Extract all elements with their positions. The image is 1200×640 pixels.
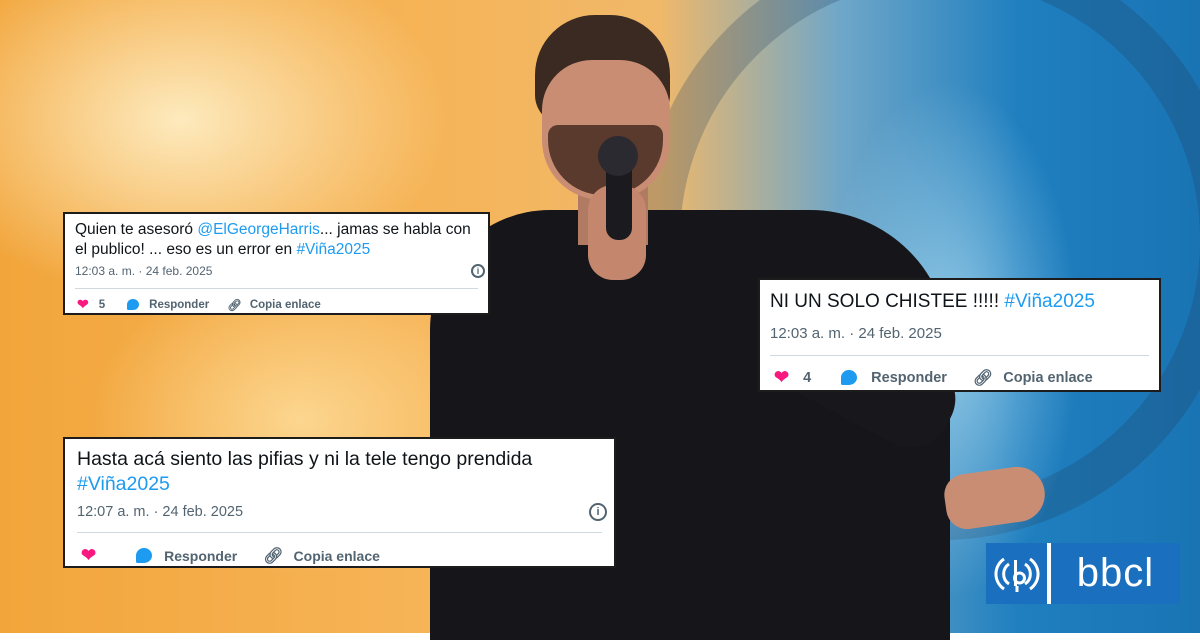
copy-link-label: Copia enlace bbox=[1003, 369, 1093, 386]
reply-label: Responder bbox=[164, 547, 238, 564]
tweet-timestamp[interactable]: 12:03 a. m. · 24 feb. 2025 bbox=[75, 264, 212, 278]
heart-icon: ❤ bbox=[774, 367, 790, 387]
tweet-meta: 12:03 a. m. · 24 feb. 2025 i bbox=[75, 264, 485, 278]
link-icon: 🔗︎ bbox=[972, 369, 994, 387]
radio-bio-bio-icon bbox=[986, 543, 1047, 604]
hashtag-link[interactable]: #Viña2025 bbox=[77, 473, 170, 495]
tweet-meta: 12:07 a. m. · 24 feb. 2025 i bbox=[77, 503, 607, 521]
link-icon: 🔗︎ bbox=[227, 299, 242, 312]
link-icon: 🔗︎ bbox=[263, 547, 284, 565]
tweet-actions: ❤ Responder 🔗︎ Copia enlace bbox=[81, 545, 380, 566]
divider bbox=[75, 288, 478, 289]
copy-link-label: Copia enlace bbox=[293, 547, 380, 564]
speech-bubble-icon bbox=[136, 548, 153, 563]
reply-button[interactable]: Responder bbox=[136, 548, 237, 564]
heart-icon: ❤ bbox=[81, 545, 97, 565]
tweet-actions: ❤ 4 Responder 🔗︎ Copia enlace bbox=[774, 367, 1093, 388]
like-count: 5 bbox=[98, 298, 106, 311]
reply-button[interactable]: Responder bbox=[841, 370, 947, 386]
reply-button[interactable]: Responder bbox=[127, 299, 209, 311]
like-count: 4 bbox=[803, 369, 812, 386]
speech-bubble-icon bbox=[127, 299, 140, 310]
tweet-card: Quien te asesoró @ElGeorgeHarris... jama… bbox=[63, 212, 490, 315]
hashtag-link[interactable]: #Viña2025 bbox=[296, 241, 370, 258]
divider bbox=[770, 355, 1149, 356]
heart-icon: ❤ bbox=[77, 296, 89, 312]
reply-label: Responder bbox=[871, 369, 947, 386]
tweet-text: NI UN SOLO CHISTEE !!!!! #Viña2025 bbox=[770, 290, 1095, 314]
tweet-card: Hasta acá siento las pifias y ni la tele… bbox=[63, 437, 616, 568]
info-icon[interactable]: i bbox=[589, 503, 607, 521]
tweet-text: Quien te asesoró @ElGeorgeHarris... jama… bbox=[75, 220, 480, 260]
copy-link-label: Copia enlace bbox=[249, 298, 321, 311]
copy-link-button[interactable]: 🔗︎ Copia enlace bbox=[973, 368, 1093, 388]
like-button[interactable]: ❤ bbox=[81, 545, 96, 566]
speech-bubble-icon bbox=[841, 370, 858, 385]
microphone-head bbox=[598, 136, 638, 176]
tweet-text-part: Quien te asesoró bbox=[75, 221, 198, 238]
tweet-actions: ❤ 5 Responder 🔗︎ Copia enlace bbox=[77, 296, 321, 313]
tweet-timestamp[interactable]: 12:03 a. m. · 24 feb. 2025 bbox=[770, 325, 942, 342]
like-button[interactable]: ❤ 4 bbox=[774, 367, 811, 388]
hashtag-link[interactable]: #Viña2025 bbox=[1004, 291, 1095, 312]
reply-label: Responder bbox=[149, 298, 210, 311]
divider bbox=[77, 532, 602, 533]
tweet-card: NI UN SOLO CHISTEE !!!!! #Viña2025 12:03… bbox=[758, 278, 1161, 392]
info-icon[interactable]: i bbox=[471, 264, 485, 278]
tweet-text-part: Hasta acá siento las pifias y ni la tele… bbox=[77, 448, 533, 470]
bbcl-logo: bbcl bbox=[986, 543, 1180, 604]
performer-hand bbox=[941, 463, 1049, 532]
tweet-meta: 12:03 a. m. · 24 feb. 2025 bbox=[770, 325, 942, 342]
copy-link-button[interactable]: 🔗︎ Copia enlace bbox=[263, 546, 380, 566]
copy-link-button[interactable]: 🔗︎ Copia enlace bbox=[227, 298, 321, 312]
tweet-text-part: NI UN SOLO CHISTEE !!!!! bbox=[770, 291, 1005, 312]
radio-wave-icon bbox=[994, 557, 1039, 592]
tweet-text: Hasta acá siento las pifias y ni la tele… bbox=[77, 447, 597, 497]
like-button[interactable]: ❤ 5 bbox=[77, 296, 105, 313]
tweet-timestamp[interactable]: 12:07 a. m. · 24 feb. 2025 bbox=[77, 504, 243, 520]
mention-link[interactable]: @ElGeorgeHarris bbox=[197, 221, 320, 238]
logo-text: bbcl bbox=[1051, 543, 1180, 604]
